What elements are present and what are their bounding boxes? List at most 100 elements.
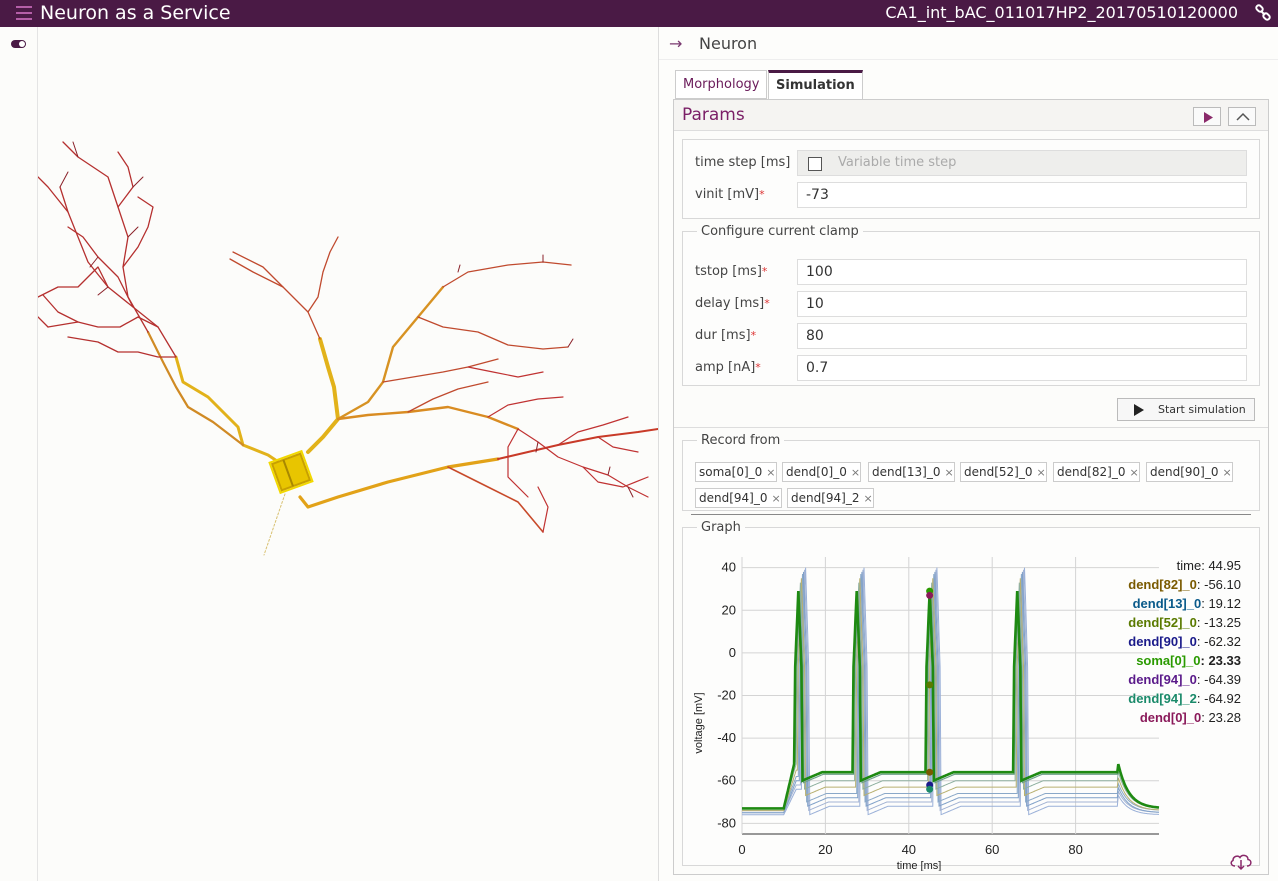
neuron-morphology (38, 141, 658, 556)
delay-label: delay [ms] (695, 296, 765, 311)
simulation-tab-content: Params time step [ms] Variable time step… (673, 99, 1269, 875)
variable-time-step-field[interactable]: Variable time step (797, 150, 1247, 176)
tab-simulation[interactable]: Simulation (768, 70, 863, 101)
graph-section: Graph 40 20 0 -20 -40 -60 -80 0 20 40 60 80 voltage… (682, 520, 1260, 871)
divider (674, 427, 1268, 428)
tab-morphology[interactable]: Morphology (675, 70, 768, 99)
readout-row: dend[94]_0: -64.39 (1128, 672, 1241, 687)
menu-icon[interactable] (16, 6, 32, 20)
params-title: Params (682, 105, 745, 125)
readout-row: dend[82]_0: -56.10 (1128, 577, 1241, 592)
play-icon (1204, 112, 1213, 123)
record-chip[interactable]: dend[52]_0 × (960, 462, 1047, 482)
soma (268, 449, 314, 495)
app-title: Neuron as a Service (40, 2, 231, 24)
time-params: time step [ms] Variable time step vinit … (682, 139, 1260, 219)
x-tick-label: 80 (1068, 842, 1082, 857)
record-chip[interactable]: soma[0]_0 × (695, 462, 777, 482)
dur-row: dur [ms]* 80 (695, 323, 1247, 349)
delay-input[interactable]: 10 (797, 291, 1247, 317)
x-tick-label: 0 (738, 842, 745, 857)
dur-label: dur [ms] (695, 328, 751, 343)
download-icon[interactable] (1229, 851, 1253, 871)
y-tick-label: 0 (729, 645, 736, 660)
cursor-marker (926, 591, 934, 599)
x-tick-label: 20 (818, 842, 832, 857)
tstop-input[interactable]: 100 (797, 259, 1247, 285)
tstop-label: tstop [ms] (695, 264, 762, 279)
remove-icon[interactable]: × (1037, 466, 1046, 479)
run-button[interactable] (1193, 107, 1221, 126)
remove-icon[interactable]: × (1130, 466, 1139, 479)
x-tick-label: 60 (985, 842, 999, 857)
amp-row: amp [nA]* 0.7 (695, 355, 1247, 381)
side-panel: → Neuron Morphology Simulation Params ti… (658, 27, 1278, 881)
vinit-row: vinit [mV]* -73 (695, 182, 1247, 208)
record-from-legend: Record from (701, 433, 781, 448)
remove-icon[interactable]: × (851, 466, 860, 479)
cursor-marker (926, 681, 934, 689)
record-from-section: Record from soma[0]_0 × dend[0]_0 × dend[1… (682, 433, 1260, 515)
vinit-label: vinit [mV] (695, 187, 760, 202)
amp-label: amp [nA] (695, 360, 756, 375)
record-chip[interactable]: dend[13]_0 × (868, 462, 955, 482)
readout-row: soma[0]_0: 23.33 (1136, 653, 1241, 668)
y-tick-label: 20 (722, 602, 736, 617)
record-chip[interactable]: dend[82]_0 × (1053, 462, 1140, 482)
y-tick-label: 40 (722, 560, 736, 575)
y-tick-label: -60 (717, 773, 736, 788)
graph-legend: Graph (701, 520, 741, 535)
left-toolbar (0, 27, 38, 881)
tstop-row: tstop [ms]* 100 (695, 259, 1247, 285)
top-bar: Neuron as a Service CA1_int_bAC_011017HP… (0, 0, 1278, 27)
readout-row: dend[13]_0: 19.12 (1133, 596, 1241, 611)
remove-icon[interactable]: × (864, 492, 873, 505)
params-header: Params (674, 100, 1268, 131)
variable-time-step-checkbox[interactable] (808, 157, 822, 171)
voltage-graph[interactable]: 40200-20-40-60-800 20 40 60 80 voltage [mV] … (687, 545, 1253, 871)
amp-input[interactable]: 0.7 (797, 355, 1247, 381)
remove-icon[interactable]: × (766, 466, 775, 479)
play-icon (1134, 404, 1144, 416)
chevron-up-icon (1236, 112, 1250, 121)
current-clamp-legend: Configure current clamp (701, 224, 859, 239)
collapse-params-button[interactable] (1228, 107, 1256, 126)
vinit-input[interactable]: -73 (797, 182, 1247, 208)
start-simulation-label: Start simulation (1158, 403, 1246, 416)
dur-input[interactable]: 80 (797, 323, 1247, 349)
delay-row: delay [ms]* 10 (695, 291, 1247, 317)
morphology-viewer[interactable] (38, 27, 658, 881)
y-tick-label: -80 (717, 815, 736, 830)
record-chip[interactable]: dend[94]_0 × (695, 488, 782, 508)
remove-icon[interactable]: × (945, 466, 954, 479)
time-step-row: time step [ms] Variable time step (695, 150, 1247, 176)
current-clamp-section: Configure current clamp tstop [ms]* 100 … (682, 224, 1260, 386)
link-icon[interactable] (1254, 4, 1272, 22)
collapse-arrow-icon[interactable]: → (669, 34, 682, 53)
toggle-icon[interactable] (11, 40, 26, 48)
cursor-marker (926, 768, 934, 776)
record-chip[interactable]: dend[94]_2 × (787, 488, 874, 508)
record-chip[interactable]: dend[90]_0 × (1146, 462, 1233, 482)
y-axis-label: voltage [mV] (693, 692, 705, 753)
start-simulation-button[interactable]: Start simulation (1117, 398, 1255, 421)
readout-row: dend[94]_2: -64.92 (1128, 691, 1241, 706)
y-tick-label: -20 (717, 688, 736, 703)
cursor-marker (926, 785, 934, 793)
remove-icon[interactable]: × (772, 492, 781, 505)
time-step-label: time step [ms] (695, 155, 791, 170)
x-tick-label: 40 (902, 842, 916, 857)
readout-row: dend[0]_0: 23.28 (1140, 710, 1241, 725)
record-input-underline (691, 514, 1251, 515)
readout-row: dend[52]_0: -13.25 (1128, 615, 1241, 630)
variable-time-step-label: Variable time step (838, 155, 957, 170)
model-name: CA1_int_bAC_011017HP2_20170510120000 (885, 3, 1238, 22)
panel-title: Neuron (699, 34, 758, 53)
remove-icon[interactable]: × (1223, 466, 1232, 479)
time-readout: time: 44.95 (1177, 558, 1241, 573)
y-tick-label: -40 (717, 730, 736, 745)
record-chip[interactable]: dend[0]_0 × (782, 462, 862, 482)
x-axis-label: time [ms] (897, 860, 942, 871)
readout-row: dend[90]_0: -62.32 (1128, 634, 1241, 649)
panel-header: → Neuron (659, 27, 1278, 60)
